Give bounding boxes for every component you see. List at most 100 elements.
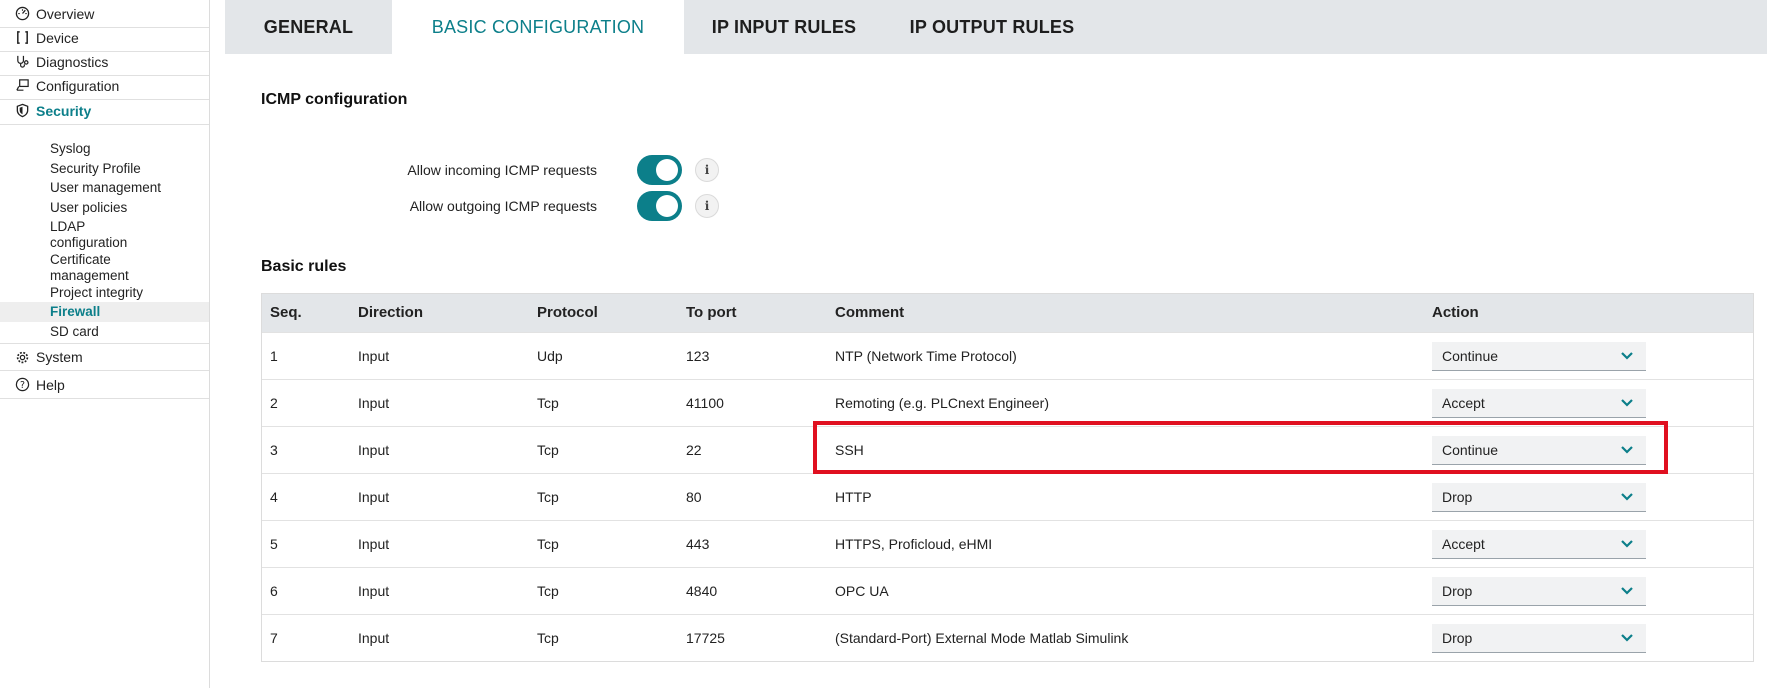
cell-direction: Input (358, 583, 390, 599)
col-header-action: Action (1432, 304, 1479, 321)
cell-protocol: Tcp (537, 536, 559, 552)
cell-seq: 3 (270, 442, 278, 458)
sidebar-sub-firewall[interactable]: Firewall (0, 302, 209, 322)
cell-port: 4840 (686, 583, 718, 599)
action-select[interactable]: Drop (1432, 624, 1646, 653)
cell-seq: 6 (270, 583, 278, 599)
nav-item-security[interactable]: Security (0, 97, 209, 125)
nav-item-configuration[interactable]: Configuration (0, 72, 209, 100)
cell-comment: (Standard-Port) External Mode Matlab Sim… (835, 630, 1129, 646)
chevron-down-icon (1621, 540, 1633, 548)
tab-general[interactable]: GENERAL (225, 0, 392, 54)
sidebar-sub-sd-card[interactable]: SD card (0, 324, 209, 340)
icmp-section-title: ICMP configuration (261, 91, 408, 108)
outgoing-icmp-row: Allow outgoing ICMP requests i (225, 191, 745, 221)
nav-label: Overview (36, 5, 95, 22)
cell-comment: SSH (835, 442, 864, 458)
action-select[interactable]: Drop (1432, 483, 1646, 512)
table-row: 4 Input Tcp 80 HTTP Drop (262, 473, 1753, 520)
basic-rules-title: Basic rules (261, 258, 347, 275)
incoming-icmp-row: Allow incoming ICMP requests i (225, 155, 745, 185)
cell-protocol: Tcp (537, 395, 559, 411)
nav-label: Device (36, 29, 79, 46)
configuration-icon (11, 78, 33, 93)
col-header-comment: Comment (835, 304, 905, 321)
cell-seq: 1 (270, 348, 278, 364)
device-icon (11, 30, 33, 45)
table-row: 3 Input Tcp 22 SSH Continue (262, 426, 1753, 473)
action-select[interactable]: Continue (1432, 342, 1646, 371)
sidebar-sub-security-profile[interactable]: Security Profile (0, 161, 209, 177)
help-icon: ? (11, 377, 33, 392)
sidebar-sub-syslog[interactable]: Syslog (0, 141, 209, 157)
col-header-to-port: To port (686, 304, 737, 321)
action-select[interactable]: Accept (1432, 530, 1646, 559)
action-select[interactable]: Continue (1432, 436, 1646, 465)
sidebar-sub-ldap-configuration[interactable]: LDAP configuration (0, 219, 140, 251)
cell-port: 22 (686, 442, 702, 458)
cell-seq: 2 (270, 395, 278, 411)
tab-ip-output-rules[interactable]: IP OUTPUT RULES (884, 0, 1100, 54)
basic-rules-table: Seq. Direction Protocol To port Comment … (261, 293, 1754, 662)
sidebar-sub-certificate-management[interactable]: Certificate management (0, 252, 140, 284)
cell-port: 41100 (686, 395, 724, 411)
cell-direction: Input (358, 536, 390, 552)
cell-direction: Input (358, 442, 390, 458)
action-value: Continue (1442, 442, 1499, 458)
nav-label: System (36, 349, 83, 365)
nav-item-system[interactable]: System (0, 343, 209, 371)
cell-direction: Input (358, 630, 390, 646)
tab-basic-configuration[interactable]: BASIC CONFIGURATION (392, 0, 684, 54)
stethoscope-icon (11, 54, 33, 69)
nav-item-help[interactable]: ? Help (0, 371, 209, 399)
info-icon[interactable]: i (695, 158, 719, 182)
info-icon[interactable]: i (695, 194, 719, 218)
chevron-down-icon (1621, 634, 1633, 642)
action-value: Drop (1442, 583, 1473, 599)
cell-comment: NTP (Network Time Protocol) (835, 348, 1017, 364)
incoming-icmp-label: Allow incoming ICMP requests (407, 162, 597, 178)
toggle-knob (656, 195, 678, 217)
table-row: 1 Input Udp 123 NTP (Network Time Protoc… (262, 332, 1753, 379)
table-row: 5 Input Tcp 443 HTTPS, Proficloud, eHMI … (262, 520, 1753, 567)
outgoing-icmp-toggle[interactable] (637, 191, 682, 221)
cell-direction: Input (358, 489, 390, 505)
sidebar-sub-user-management[interactable]: User management (0, 180, 209, 196)
cell-port: 443 (686, 536, 710, 552)
cell-protocol: Udp (537, 348, 563, 364)
cell-seq: 5 (270, 536, 278, 552)
toggle-knob (656, 159, 678, 181)
outgoing-icmp-label: Allow outgoing ICMP requests (409, 198, 597, 214)
incoming-icmp-toggle[interactable] (637, 155, 682, 185)
cell-comment: HTTP (835, 489, 872, 505)
nav-label: Security (36, 102, 92, 119)
table-row: 7 Input Tcp 17725 (Standard-Port) Extern… (262, 614, 1753, 661)
cell-comment: OPC UA (835, 583, 889, 599)
cell-port: 123 (686, 348, 710, 364)
action-select[interactable]: Accept (1432, 389, 1646, 418)
chevron-down-icon (1621, 493, 1633, 501)
cell-seq: 4 (270, 489, 278, 505)
dashboard-icon (11, 6, 33, 21)
table-row: 2 Input Tcp 41100 Remoting (e.g. PLCnext… (262, 379, 1753, 426)
tab-ip-input-rules[interactable]: IP INPUT RULES (684, 0, 884, 54)
cell-protocol: Tcp (537, 442, 559, 458)
sidebar: Overview Device Diagnostics Configuratio… (0, 0, 210, 688)
table-row: 6 Input Tcp 4840 OPC UA Drop (262, 567, 1753, 614)
sidebar-sub-user-policies[interactable]: User policies (0, 200, 209, 216)
action-select[interactable]: Drop (1432, 577, 1646, 606)
col-header-seq: Seq. (270, 304, 302, 321)
cell-comment: Remoting (e.g. PLCnext Engineer) (835, 395, 1049, 411)
sidebar-sub-project-integrity[interactable]: Project integrity (0, 285, 209, 301)
chevron-down-icon (1621, 399, 1633, 407)
gear-icon (11, 350, 33, 365)
nav-label: Configuration (36, 77, 120, 94)
cell-direction: Input (358, 395, 390, 411)
main-content: GENERAL BASIC CONFIGURATION IP INPUT RUL… (225, 0, 1767, 688)
action-value: Continue (1442, 348, 1499, 364)
action-value: Accept (1442, 395, 1485, 411)
cell-protocol: Tcp (537, 583, 559, 599)
cell-port: 80 (686, 489, 702, 505)
table-header: Seq. Direction Protocol To port Comment … (262, 294, 1753, 332)
action-value: Drop (1442, 630, 1473, 646)
